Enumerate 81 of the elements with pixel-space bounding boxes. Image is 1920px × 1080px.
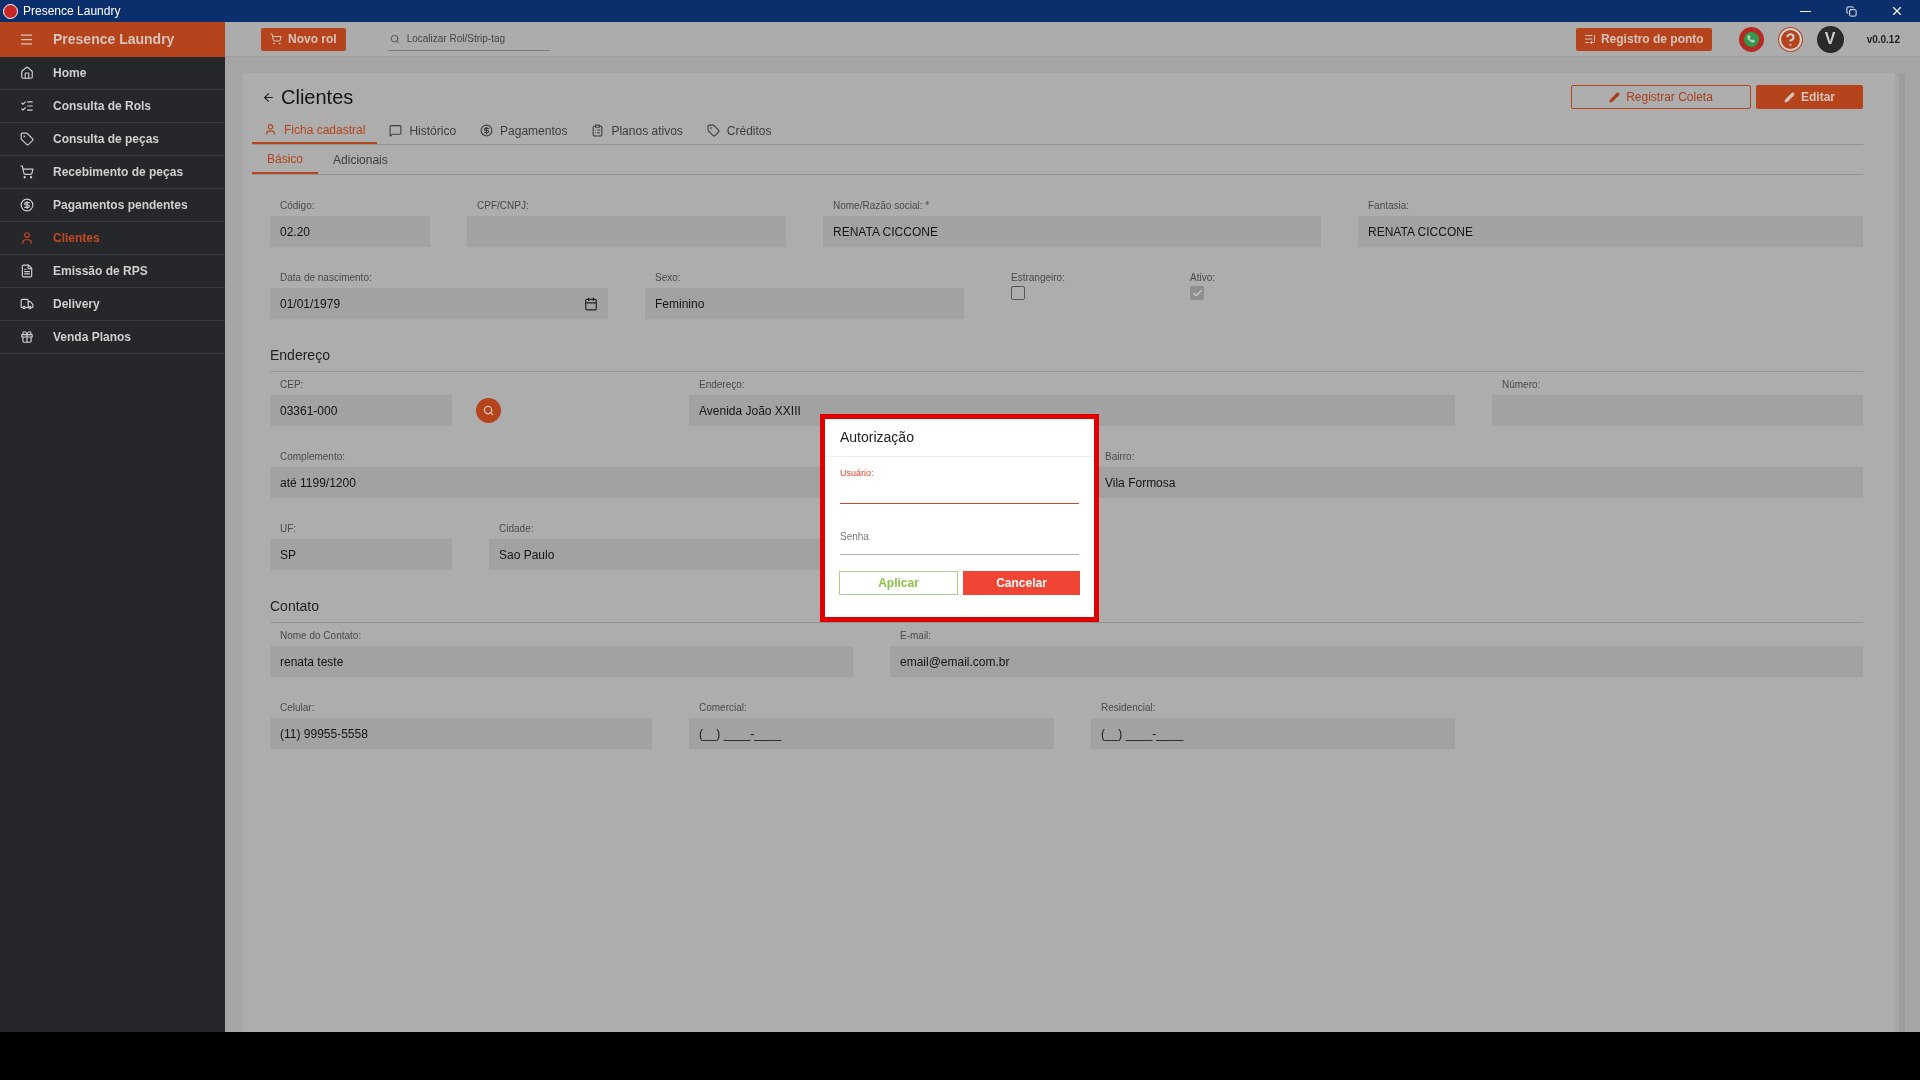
input-field[interactable]: Usuário: xyxy=(840,467,1079,504)
field-label: E-mail: xyxy=(899,629,933,643)
field-label: Bairro: xyxy=(1104,450,1136,464)
minimize-icon xyxy=(1799,10,1811,12)
help-icon[interactable] xyxy=(1777,26,1803,52)
field-label: CEP: xyxy=(279,378,305,392)
field-label: Estrangeiro: xyxy=(1011,271,1066,285)
restore-icon xyxy=(1845,5,1857,17)
input-field[interactable]: email@email.com.br xyxy=(890,646,1863,677)
close-icon xyxy=(1890,4,1904,18)
field-label: Nome/Razão social: * xyxy=(832,199,931,213)
checklist-icon xyxy=(20,99,34,113)
search-button[interactable] xyxy=(476,398,501,423)
sidebar-item[interactable]: Venda Planos xyxy=(0,321,225,354)
sub-tab[interactable]: Adicionais xyxy=(318,145,403,174)
field-label: CPF/CNPJ: xyxy=(476,199,530,213)
calendar-icon[interactable] xyxy=(584,296,598,311)
menu-icon[interactable] xyxy=(19,32,34,47)
input-field[interactable]: (__) ____-____ xyxy=(1091,718,1455,749)
person-icon xyxy=(20,231,34,245)
date-field[interactable]: 01/01/1979 xyxy=(270,288,608,319)
input-field[interactable]: Senha xyxy=(840,518,1079,555)
tag-icon xyxy=(706,124,720,137)
field-label: Data de nascimento: xyxy=(279,271,373,285)
input-field[interactable]: SP xyxy=(270,539,452,570)
field-label: Endereço: xyxy=(698,378,746,392)
input-field[interactable]: 03361-000 xyxy=(270,395,452,426)
back-arrow-icon[interactable] xyxy=(262,90,275,104)
tag-icon xyxy=(20,132,34,146)
field-label: Celular: xyxy=(279,701,316,715)
field-label: Código: xyxy=(279,199,316,213)
section-title: Endereço xyxy=(270,346,331,365)
home-icon xyxy=(20,66,34,80)
tab[interactable]: Histórico xyxy=(377,117,469,144)
document-icon xyxy=(20,264,34,278)
field-label: Ativo: xyxy=(1190,271,1216,285)
field-label: UF: xyxy=(279,522,298,536)
user-avatar[interactable]: V xyxy=(1816,25,1844,53)
version-label: v0.0.12 xyxy=(1866,32,1900,47)
field-label: Comercial: xyxy=(698,701,748,715)
cart-icon xyxy=(270,33,282,45)
checkbox[interactable] xyxy=(1011,286,1025,300)
field-label: Residencial: xyxy=(1100,701,1157,715)
chat-icon xyxy=(389,124,403,137)
field-label: Sexo: xyxy=(654,271,682,285)
tab[interactable]: Planos ativos xyxy=(579,117,695,144)
cancel-button[interactable]: Cancelar xyxy=(963,571,1080,595)
pencil-icon xyxy=(1609,91,1621,103)
field-label: Fantasia: xyxy=(1367,199,1411,213)
input-field[interactable]: (11) 99955-5558 xyxy=(270,718,652,749)
input-field[interactable]: RENATA CICCONE xyxy=(1358,216,1863,247)
pencil-icon xyxy=(1784,91,1795,103)
search-icon xyxy=(483,405,494,416)
chat-phone-icon[interactable] xyxy=(1738,26,1764,52)
tab[interactable]: Pagamentos xyxy=(468,117,580,144)
truck-icon xyxy=(20,297,34,311)
dialog-title: Autorização xyxy=(840,428,914,447)
sidebar-item[interactable]: Pagamentos pendentes xyxy=(0,189,225,222)
input-field[interactable]: renata teste xyxy=(270,646,853,677)
brand-name: Presence Laundry xyxy=(53,30,175,49)
field-label: Nome do Contato: xyxy=(279,629,363,643)
page-title: Clientes xyxy=(281,85,354,110)
field-label: Número: xyxy=(1501,378,1542,392)
section-title: Contato xyxy=(270,597,321,616)
gift-icon xyxy=(20,330,34,344)
search-field[interactable]: Localizar Rol/Strip-tag xyxy=(387,27,550,51)
input-field[interactable]: RENATA CICCONE xyxy=(823,216,1321,247)
list-icon xyxy=(591,124,605,137)
app-logo-icon xyxy=(3,3,18,19)
input-field[interactable]: (__) ____-____ xyxy=(689,718,1054,749)
field-label: Complemento: xyxy=(279,450,347,464)
search-icon xyxy=(389,33,400,44)
input-field[interactable]: 02.20 xyxy=(270,216,430,247)
window-title: Presence Laundry xyxy=(23,3,121,20)
person-icon xyxy=(264,123,277,136)
list-icon xyxy=(1583,33,1596,45)
dollar-icon xyxy=(480,124,494,137)
input-field[interactable]: Feminino xyxy=(645,288,964,319)
cart-icon xyxy=(20,165,34,179)
dollar-icon xyxy=(20,198,34,212)
tab[interactable]: Créditos xyxy=(694,117,784,144)
